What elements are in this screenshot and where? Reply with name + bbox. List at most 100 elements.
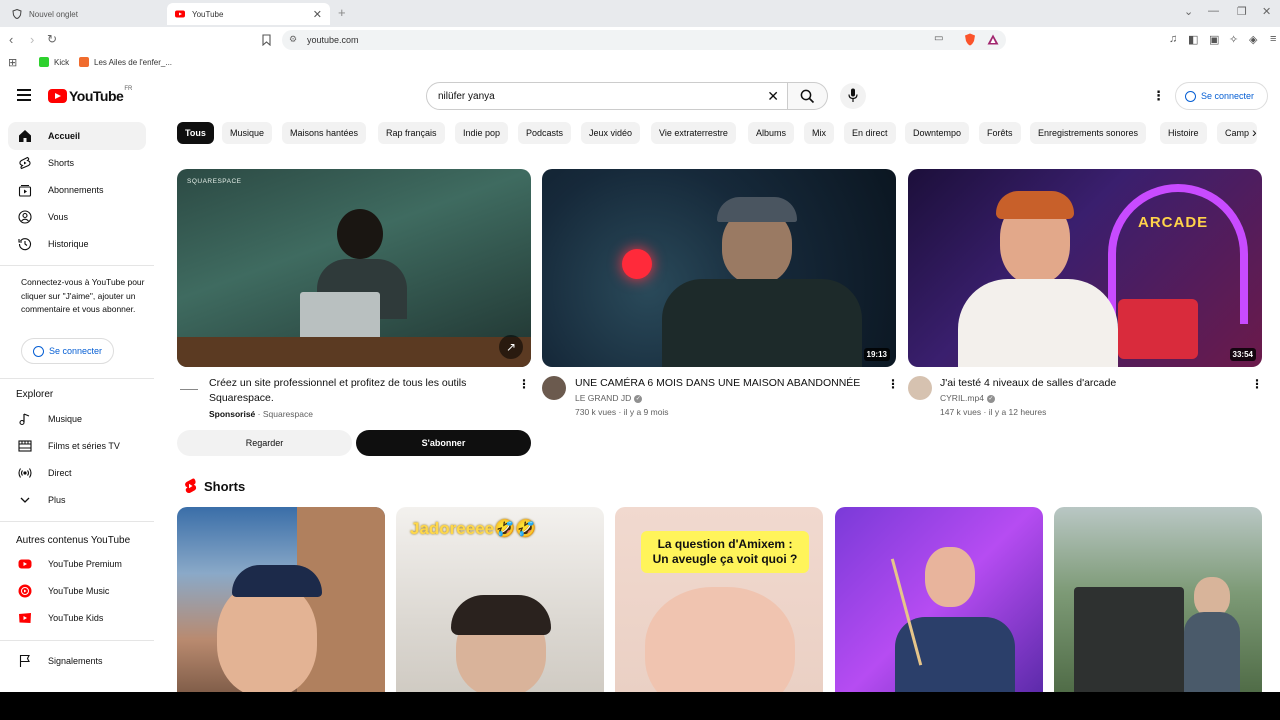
tab-youtube[interactable]: YouTube ✕ xyxy=(167,3,330,25)
external-link-icon[interactable]: ↗ xyxy=(499,335,523,359)
sidebar-item-live[interactable]: Direct xyxy=(8,459,146,487)
short-card[interactable]: La question d'Amixem : Un aveugle ça voi… xyxy=(615,507,823,692)
sidebar-item-music-app[interactable]: YouTube Music xyxy=(8,577,146,605)
sidebar-item-music[interactable]: Musique xyxy=(8,405,146,433)
sidebar-item-more[interactable]: Plus xyxy=(8,486,146,514)
brave-rewards-icon[interactable] xyxy=(987,34,999,45)
video-thumbnail[interactable]: SQUARESPACE ↗ xyxy=(177,169,531,367)
bookmark-les-ailes[interactable]: Les Ailes de l'enfer_... xyxy=(79,57,172,67)
chip-tous[interactable]: Tous xyxy=(177,122,214,144)
video-menu-icon[interactable]: ⋮ xyxy=(887,377,899,391)
channel-name[interactable]: Squarespace xyxy=(263,409,313,419)
bookmark-label: Les Ailes de l'enfer_... xyxy=(94,57,173,67)
subscribe-button[interactable]: S'abonner xyxy=(356,430,531,456)
sidebar-item-kids[interactable]: YouTube Kids xyxy=(8,604,146,632)
chip-jeux-video[interactable]: Jeux vidéo xyxy=(581,122,641,144)
close-tab-icon[interactable]: ✕ xyxy=(313,8,322,21)
video-title[interactable]: Créez un site professionnel et profitez … xyxy=(209,376,499,405)
search-value: nilüfer yanya xyxy=(438,90,495,102)
back-icon[interactable]: ‹ xyxy=(9,32,13,47)
maximize-icon[interactable]: ❐ xyxy=(1237,5,1247,18)
video-title[interactable]: J'ai testé 4 niveaux de salles d'arcade xyxy=(940,376,1240,391)
cap-figure xyxy=(232,565,322,597)
tab-new[interactable]: Nouvel onglet xyxy=(4,3,164,25)
chip-musique[interactable]: Musique xyxy=(222,122,273,144)
tshirt-figure xyxy=(958,279,1118,367)
address-bar[interactable]: ⚙ youtube.com ▭ xyxy=(282,30,1006,50)
video-thumbnail[interactable]: 19:13 xyxy=(542,169,896,367)
chip-podcasts[interactable]: Podcasts xyxy=(518,122,572,144)
signin-label: Se connecter xyxy=(1201,91,1255,101)
chip-downtempo[interactable]: Downtempo xyxy=(905,122,970,144)
search-input[interactable]: nilüfer yanya ✕ xyxy=(426,82,788,110)
sidebar-item-you[interactable]: Vous xyxy=(8,203,146,231)
voice-search-button[interactable] xyxy=(840,83,866,109)
reload-icon[interactable]: ↻ xyxy=(47,32,57,46)
sidebar-item-report[interactable]: Signalements xyxy=(8,647,146,675)
apps-grid-icon[interactable]: ⊞ xyxy=(8,56,17,69)
media-icon[interactable]: ♫ xyxy=(1169,33,1177,45)
chip-albums[interactable]: Albums xyxy=(748,122,795,144)
bookmark-kick[interactable]: Kick xyxy=(39,57,69,67)
sidebar-signin-button[interactable]: Se connecter xyxy=(21,338,114,364)
sidebar-item-home[interactable]: Accueil xyxy=(8,122,146,150)
video-menu-icon[interactable]: ⋮ xyxy=(1251,377,1263,391)
chip-histoire[interactable]: Histoire xyxy=(1160,122,1207,144)
tab-search-icon[interactable]: ⌄ xyxy=(1184,5,1193,18)
shorts-heading: Shorts xyxy=(204,478,246,494)
chip-vie-extraterrestre[interactable]: Vie extraterrestre xyxy=(651,122,736,144)
meta-dot: · xyxy=(981,407,989,417)
bookmark-icon[interactable] xyxy=(262,34,271,46)
site-info-icon[interactable]: ⚙ xyxy=(289,34,297,45)
sidebar-item-label: Plus xyxy=(48,495,66,505)
short-card[interactable] xyxy=(177,507,385,692)
clear-search-icon[interactable]: ✕ xyxy=(767,88,779,105)
chip-camp[interactable]: Camp xyxy=(1217,122,1258,144)
settings-kebab-icon[interactable]: ⋮ xyxy=(1152,88,1165,104)
chip-en-direct[interactable]: En direct xyxy=(844,122,896,144)
sidebar-item-history[interactable]: Historique xyxy=(8,230,146,258)
shorts-logo-icon xyxy=(185,478,197,494)
video-title[interactable]: UNE CAMÉRA 6 MOIS DANS UNE MAISON ABANDO… xyxy=(575,376,875,391)
youtube-logo[interactable]: YouTube FR xyxy=(48,86,132,104)
sidebar-toggle-icon[interactable]: ◧ xyxy=(1188,33,1198,46)
short-card[interactable] xyxy=(835,507,1043,692)
video-menu-icon[interactable]: ⋮ xyxy=(518,377,530,391)
chip-forets[interactable]: Forêts xyxy=(979,122,1021,144)
search-button[interactable] xyxy=(788,82,828,110)
sidebar-item-films[interactable]: Films et séries TV xyxy=(8,432,146,460)
sponsor-avatar[interactable] xyxy=(177,378,201,402)
sidebar-item-subscriptions[interactable]: Abonnements xyxy=(8,176,146,204)
chip-indie-pop[interactable]: Indie pop xyxy=(455,122,509,144)
channel-avatar[interactable] xyxy=(542,376,566,400)
minimize-icon[interactable]: — xyxy=(1208,5,1219,17)
channel-name[interactable]: LE GRAND JD xyxy=(575,393,631,403)
signin-button[interactable]: Se connecter xyxy=(1175,82,1268,110)
short-card[interactable]: Jadoreeee🤣🤣 xyxy=(396,507,604,692)
leo-ai-icon[interactable]: ✧ xyxy=(1229,33,1238,46)
sidebar-item-premium[interactable]: YouTube Premium xyxy=(8,550,146,578)
vpn-icon[interactable]: ◈ xyxy=(1249,33,1257,46)
chip-enregistrements-sonores[interactable]: Enregistrements sonores xyxy=(1030,122,1147,144)
video-thumbnail[interactable]: ARCADE 33:54 xyxy=(908,169,1262,367)
chip-maisons-hantees[interactable]: Maisons hantées xyxy=(282,122,367,144)
forward-icon[interactable]: › xyxy=(30,32,34,47)
video-duration: 33:54 xyxy=(1229,348,1256,361)
brave-shield-icon[interactable] xyxy=(964,33,976,46)
watch-button[interactable]: Regarder xyxy=(177,430,352,456)
close-window-icon[interactable]: ✕ xyxy=(1262,5,1271,18)
sidebar-item-shorts[interactable]: Shorts xyxy=(8,149,146,177)
wallet-icon[interactable]: ▣ xyxy=(1209,33,1219,46)
chip-mix[interactable]: Mix xyxy=(804,122,834,144)
guide-menu-icon[interactable] xyxy=(17,89,31,101)
channel-name[interactable]: CYRIL.mp4 xyxy=(940,393,984,403)
film-icon xyxy=(18,440,32,452)
new-tab-button[interactable]: + xyxy=(338,5,346,20)
cast-icon[interactable]: ▭ xyxy=(934,33,943,44)
chip-rap-francais[interactable]: Rap français xyxy=(378,122,445,144)
menu-icon[interactable]: ≡ xyxy=(1270,33,1276,45)
short-card[interactable] xyxy=(1054,507,1262,692)
microphone-icon xyxy=(848,88,858,102)
channel-avatar[interactable] xyxy=(908,376,932,400)
chevron-right-icon[interactable]: › xyxy=(1252,124,1257,140)
